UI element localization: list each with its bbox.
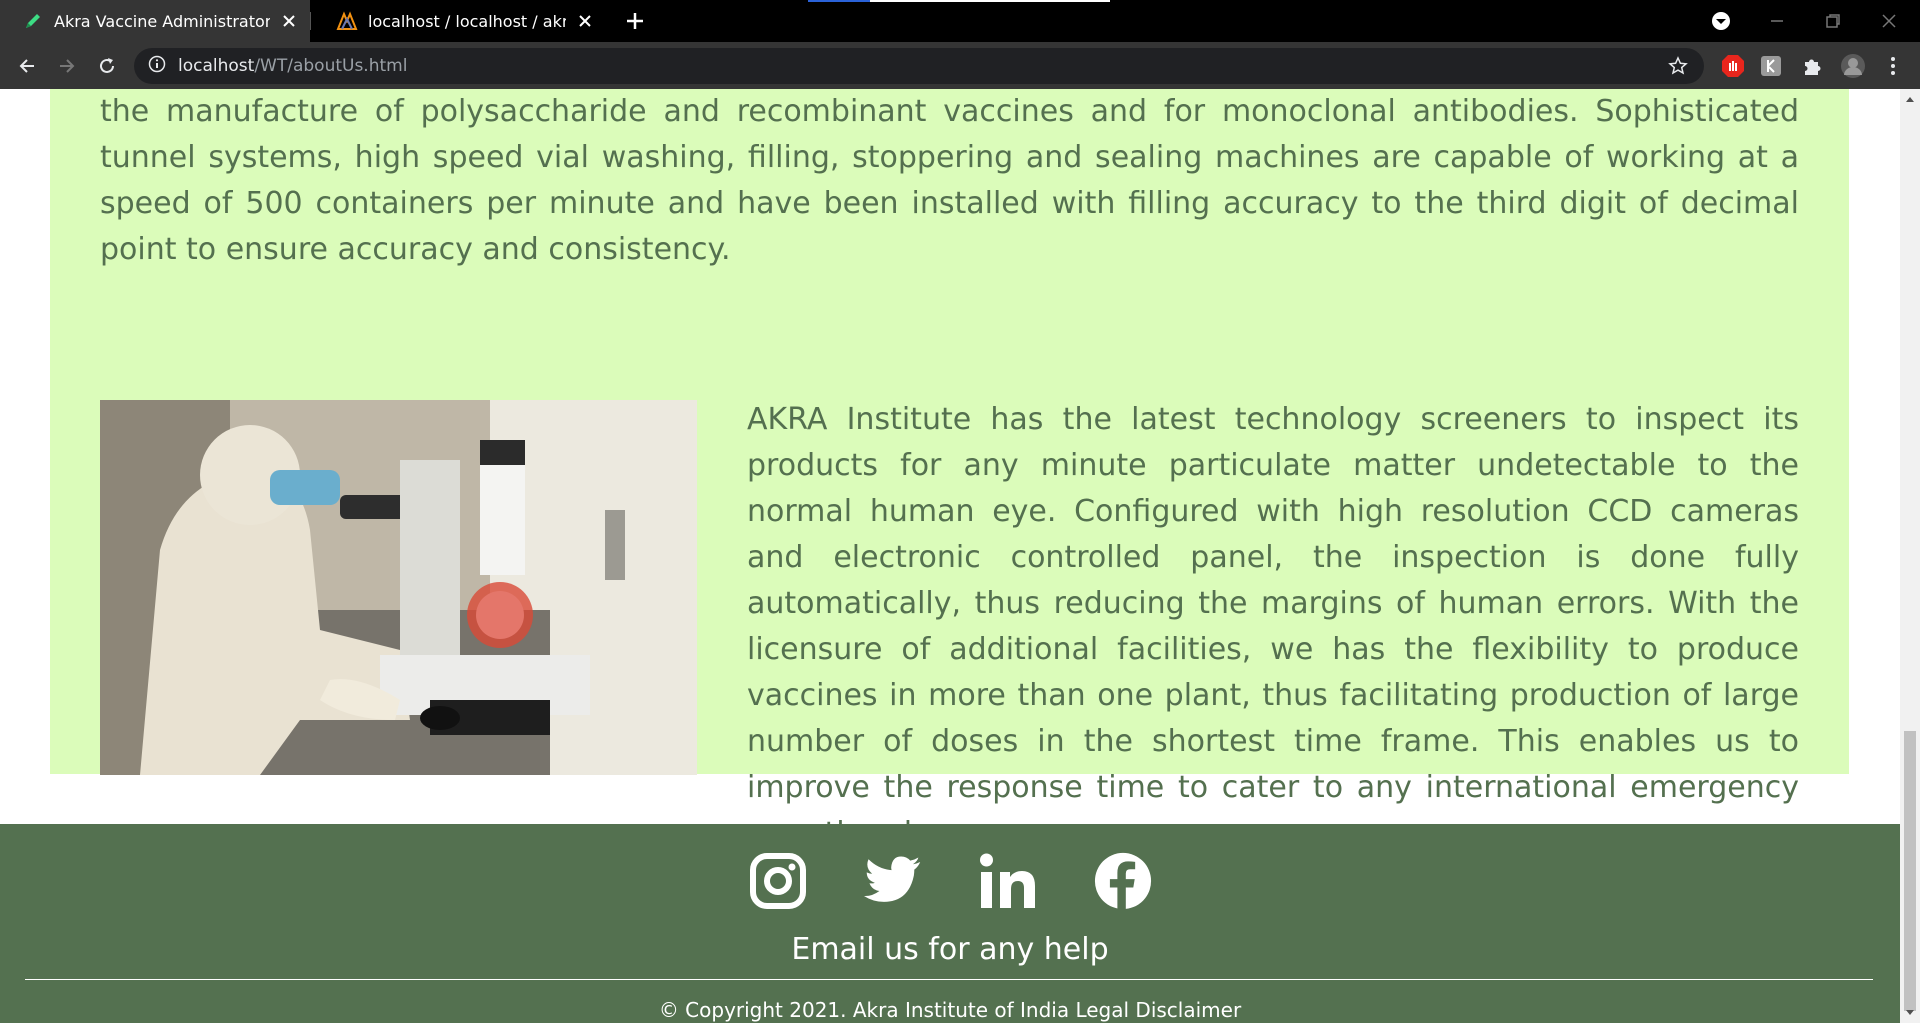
puzzle-extensions-icon[interactable] (1799, 53, 1825, 79)
profile-menu-icon[interactable] (1706, 6, 1736, 36)
tab-separator (310, 12, 311, 30)
url-path: /WT/aboutUs.html (254, 56, 408, 76)
reload-button[interactable] (92, 51, 122, 81)
facebook-icon[interactable] (1094, 852, 1152, 910)
restore-button[interactable] (1818, 6, 1848, 36)
address-bar[interactable]: localhost/WT/aboutUs.html (134, 48, 1704, 84)
twitter-icon[interactable] (863, 852, 922, 910)
tab-title: localhost / localhost / akra / aefi (368, 11, 566, 31)
scrollbar-thumb[interactable] (1904, 731, 1916, 1011)
copyright-text: © Copyright 2021. Akra Institute of Indi… (658, 998, 1242, 1022)
loading-bar-progress (808, 0, 870, 2)
close-icon[interactable] (278, 10, 300, 32)
browser-menu-icon[interactable] (1880, 53, 1906, 79)
forward-button[interactable] (52, 51, 82, 81)
scroll-up-arrow-icon[interactable] (1904, 93, 1916, 105)
social-links (0, 852, 1900, 910)
url-host: localhost (178, 56, 255, 76)
browser-tab-bar: Akra Vaccine Administrator - Abo localho… (0, 0, 1920, 42)
browser-toolbar: localhost/WT/aboutUs.html (0, 42, 1920, 89)
page-scrollbar[interactable] (1900, 89, 1920, 1023)
phpmyadmin-icon (336, 10, 358, 32)
email-help-link[interactable]: Email us for any help (0, 932, 1900, 967)
footer-divider (25, 979, 1873, 980)
new-tab-button[interactable] (622, 8, 648, 34)
url-text: localhost/WT/aboutUs.html (178, 56, 407, 76)
linkedin-icon[interactable] (979, 852, 1037, 910)
avatar[interactable] (1840, 53, 1866, 79)
info-icon[interactable] (148, 55, 166, 77)
about-content-panel: the manufacture of polysaccharide and re… (50, 89, 1849, 851)
page-viewport: the manufacture of polysaccharide and re… (0, 89, 1900, 1023)
instagram-icon[interactable] (749, 852, 807, 910)
back-button[interactable] (12, 51, 42, 81)
pen-icon (22, 10, 44, 32)
tab-akra-vaccine[interactable]: Akra Vaccine Administrator - Abo (0, 0, 310, 42)
site-footer: Email us for any help © Copyright 2021. … (0, 824, 1900, 1023)
scroll-down-arrow-icon[interactable] (1904, 1007, 1916, 1019)
close-icon[interactable] (574, 10, 596, 32)
tab-title: Akra Vaccine Administrator - Abo (54, 11, 270, 31)
close-window-button[interactable] (1874, 6, 1904, 36)
bookmark-star-icon[interactable] (1666, 54, 1690, 78)
manufacturing-paragraph: the manufacture of polysaccharide and re… (100, 94, 1799, 267)
minimize-button[interactable] (1762, 6, 1792, 36)
screening-technology-paragraph: AKRA Institute has the latest technology… (747, 402, 1799, 851)
extension-icon[interactable] (1758, 53, 1784, 79)
tab-phpmyadmin[interactable]: localhost / localhost / akra / aefi (314, 0, 606, 42)
lab-technician-image (100, 400, 697, 775)
adblock-extension-icon[interactable] (1720, 53, 1746, 79)
